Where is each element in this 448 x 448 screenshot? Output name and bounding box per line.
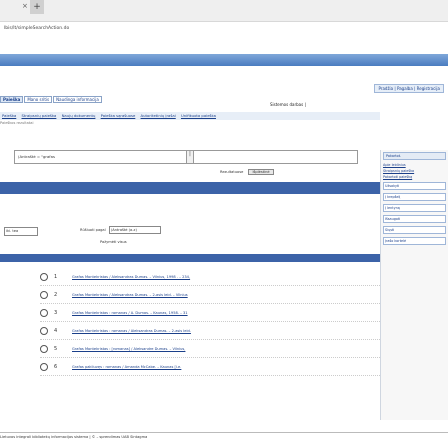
subnav-item-articles[interactable]: Straipsnių paieška [22, 113, 57, 118]
row-title-link[interactable]: Grafas Montekristas : romanas / Aleksand… [72, 329, 191, 333]
row-number: 5 [54, 345, 58, 352]
subnav-item-search[interactable]: Paieška [2, 113, 16, 118]
subnav-item-unified[interactable]: Unifikuota paieška [181, 113, 216, 118]
tab-my-area[interactable]: Mano sritis [24, 96, 53, 103]
select-all[interactable]: Pažymėti visus [100, 240, 127, 244]
table-row: 5 Grafas Montekristas : [romanas] / Alek… [40, 340, 380, 358]
row-radio[interactable] [40, 344, 48, 353]
row-number: 6 [54, 363, 58, 370]
right-sidebar: Pakartot. Apie leidinius Straipsnių paie… [380, 150, 448, 420]
advanced-button[interactable]: Išplėstinė [248, 169, 274, 175]
row-number: 4 [54, 327, 58, 334]
record-card-button[interactable]: Įrašo kortelė [383, 237, 446, 245]
row-radio[interactable] [40, 326, 48, 335]
tab-close-icon[interactable]: × [22, 2, 28, 10]
row-radio[interactable] [40, 308, 48, 317]
add-to-shelf-button[interactable]: Į lentyną [383, 204, 446, 212]
table-row: 2 Grafas Montekristas / Aleksandras Duma… [40, 286, 380, 304]
order-button[interactable]: Užsakyti [383, 182, 446, 190]
search-button[interactable]: | [186, 150, 194, 164]
row-title-link[interactable]: Grafas Montekristas : romanas / A. Dumas… [72, 311, 188, 315]
sub-navigation: Paieška Straipsnių paieška Naujų dokumen… [0, 112, 380, 120]
top-links[interactable]: Pradžia | Pagalba | Registracija [374, 84, 444, 93]
search-options: Rezultatuose Išplėstinė [220, 169, 274, 175]
table-row: 3 Grafas Montekristas : romanas / A. Dum… [40, 304, 380, 322]
new-tab-button[interactable]: + [30, 0, 44, 14]
subnav-item-authority[interactable]: Autoritetinių įrašai [141, 113, 176, 118]
address-bar[interactable]: lbis/lt/simpleSearchAction.do [4, 26, 69, 31]
site-banner [0, 54, 448, 66]
results-columns-bar [0, 254, 380, 262]
row-title-link[interactable]: Grafas Montekristas / Aleksandras Dumas.… [72, 275, 190, 279]
system-status: Sistemos darbas | [270, 102, 306, 107]
page-select[interactable]: iki. tea [4, 227, 38, 236]
subnav-item-lists[interactable]: Paieška sąrašuose [101, 113, 136, 118]
row-title-link[interactable]: Grafas Montekristas : [romanas] / Aleksa… [72, 347, 185, 351]
sidebar-link[interactable]: Apie leidinius [383, 163, 446, 167]
footer: Lietuvos integrali bibliotekų informacij… [0, 432, 448, 439]
row-radio[interactable] [40, 290, 48, 299]
add-to-basket-button[interactable]: Į krepšelį [383, 193, 446, 201]
tab-search[interactable]: Paieška [0, 96, 24, 103]
main-tabs: Paieška Mano sritis Naudinga informacija [0, 96, 103, 104]
sort-control: Rūšiuoti pagal (Antraštė (a-z) [80, 226, 161, 234]
row-radio[interactable] [40, 272, 48, 281]
results-header-bar [0, 182, 380, 194]
sort-label: Rūšiuoti pagal [80, 228, 106, 232]
table-row: 4 Grafas Montekristas : romanas / Aleksa… [40, 322, 380, 340]
tab-useful-info[interactable]: Naudinga informacija [53, 96, 102, 103]
save-button[interactable]: Išsaugoti [383, 215, 446, 223]
sidebar-link[interactable]: Straipsnių paieška [383, 169, 446, 173]
send-button[interactable]: Siųsti [383, 226, 446, 234]
row-number: 2 [54, 291, 58, 298]
row-number: 1 [54, 273, 58, 280]
row-title-link[interactable]: Grafas Montekristas / Aleksandras Dumas.… [72, 293, 188, 297]
browser-tabbar: × + [0, 0, 448, 22]
table-row: 6 Grafas pakliuvęs : romanas / Amanda Mc… [40, 358, 380, 376]
sidebar-title: Pakartot. [383, 152, 446, 160]
row-radio[interactable] [40, 362, 48, 371]
row-number: 3 [54, 309, 58, 316]
subnav-item-new-docs[interactable]: Naujų dokumentų [62, 113, 96, 118]
row-title-link[interactable]: Grafas pakliuvęs : romanas / Amanda McCa… [72, 365, 181, 369]
table-row: 1 Grafas Montekristas / Aleksandras Duma… [40, 268, 380, 286]
breadcrumb: Paieškos rezultatai [0, 121, 34, 125]
sort-select[interactable]: (Antraštė (a-z) [108, 226, 161, 234]
results-list: 1 Grafas Montekristas / Aleksandras Duma… [40, 268, 380, 376]
sidebar-link[interactable]: Pakartoti paiešką [383, 175, 446, 179]
in-results-checkbox[interactable]: Rezultatuose [220, 170, 243, 174]
